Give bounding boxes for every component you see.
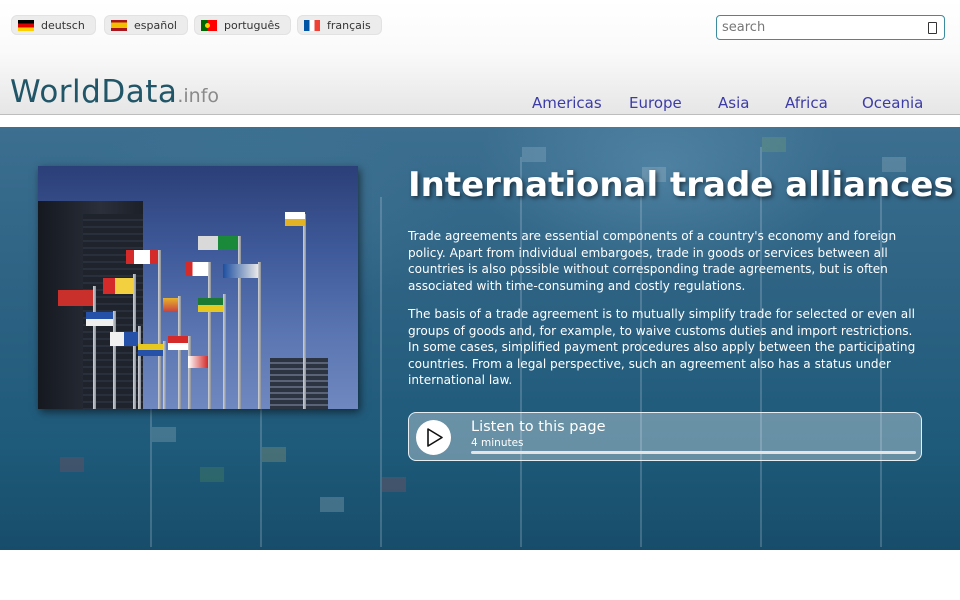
nav-link-asia[interactable]: Asia bbox=[718, 94, 749, 112]
language-link-espanol[interactable]: español bbox=[104, 15, 188, 35]
hero-banner: International trade alliances Trade agre… bbox=[0, 127, 960, 550]
audio-duration: 4 minutes bbox=[471, 437, 524, 449]
nav-link-europe[interactable]: Europe bbox=[629, 94, 682, 112]
un-flags-photo bbox=[38, 166, 358, 409]
logo-main-text: WorldData bbox=[10, 74, 178, 110]
play-button[interactable] bbox=[416, 420, 451, 455]
audio-title: Listen to this page bbox=[471, 419, 606, 435]
nav-link-americas[interactable]: Americas bbox=[532, 94, 602, 112]
intro-paragraph-1: Trade agreements are essential component… bbox=[408, 229, 897, 293]
language-label: français bbox=[327, 18, 371, 32]
nav-link-oceania[interactable]: Oceania bbox=[862, 94, 923, 112]
flag-spain-icon bbox=[111, 19, 127, 31]
audio-progress-bar[interactable] bbox=[471, 451, 916, 454]
site-logo[interactable]: WorldData.info bbox=[10, 74, 219, 114]
nav-link-africa[interactable]: Africa bbox=[785, 94, 828, 112]
page-title: International trade alliances bbox=[408, 165, 954, 205]
language-link-portugues[interactable]: português bbox=[194, 15, 291, 35]
language-link-francais[interactable]: français bbox=[297, 15, 382, 35]
flag-portugal-icon bbox=[201, 19, 217, 31]
search-input[interactable] bbox=[717, 16, 917, 39]
language-label: português bbox=[224, 18, 280, 32]
site-header: deutsch español português français World… bbox=[0, 0, 960, 115]
language-label: deutsch bbox=[41, 18, 85, 32]
audio-player: Listen to this page 4 minutes bbox=[408, 412, 922, 461]
search-button-icon[interactable] bbox=[928, 22, 937, 34]
flag-france-icon bbox=[304, 19, 320, 31]
play-icon bbox=[427, 428, 443, 447]
intro-paragraph-2: The basis of a trade agreement is to mut… bbox=[408, 307, 916, 387]
flag-germany-icon bbox=[18, 19, 34, 31]
search-box bbox=[716, 15, 945, 40]
logo-suffix-text: .info bbox=[177, 85, 220, 107]
language-label: español bbox=[134, 18, 177, 32]
language-link-deutsch[interactable]: deutsch bbox=[11, 15, 96, 35]
